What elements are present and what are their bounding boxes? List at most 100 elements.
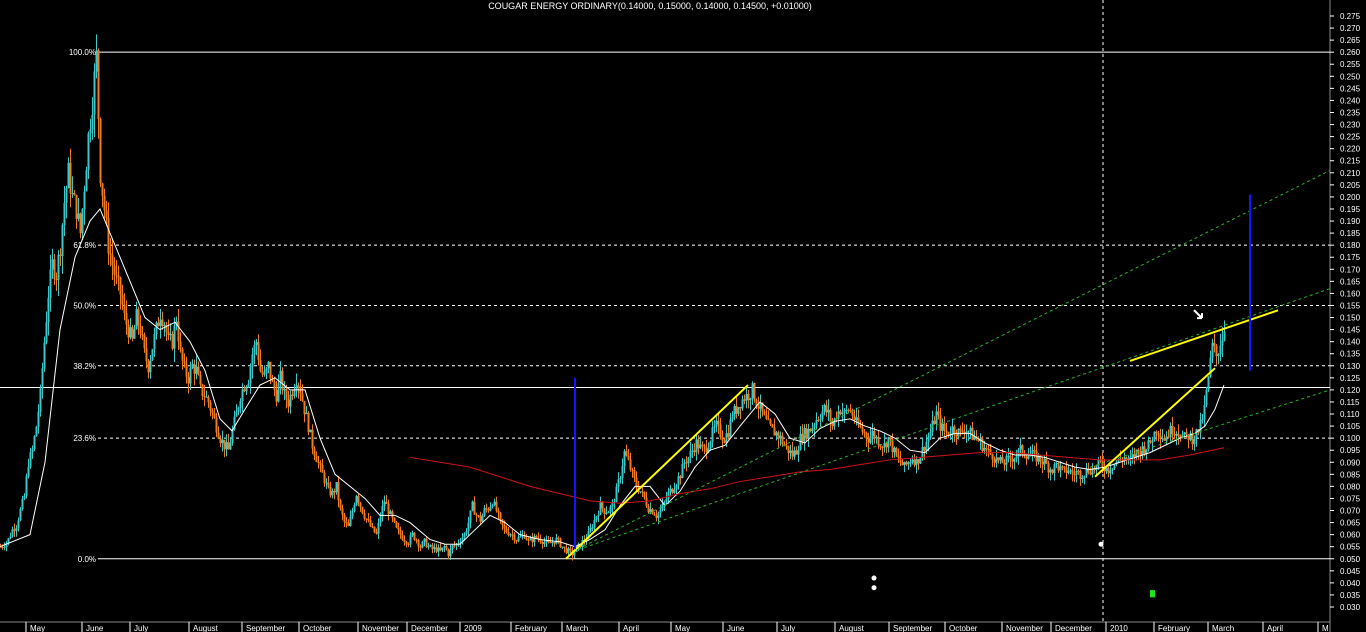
- candle-body: [49, 269, 52, 298]
- candle-body: [303, 400, 306, 415]
- candle-body: [209, 402, 212, 411]
- candle-body: [325, 482, 328, 484]
- candle-body: [911, 459, 914, 463]
- candle-body: [99, 118, 102, 184]
- candle-body: [353, 505, 356, 511]
- candle-body: [331, 490, 334, 496]
- candle-body: [531, 538, 534, 543]
- candle-body: [815, 419, 818, 426]
- candle-body: [1211, 342, 1214, 358]
- candle-body: [491, 505, 494, 507]
- candle-body: [1047, 463, 1050, 473]
- candle-body: [383, 501, 386, 506]
- candle-body: [247, 383, 250, 387]
- candle-body: [223, 439, 226, 450]
- candle-body: [409, 535, 412, 545]
- candle-body: [767, 419, 770, 421]
- candle-body: [913, 459, 916, 466]
- candle-body: [919, 457, 922, 464]
- x-tick-label: October: [949, 624, 978, 632]
- candle-body: [229, 442, 232, 450]
- candle-body: [323, 472, 326, 483]
- marker-dot: [871, 585, 877, 591]
- candle-body: [441, 547, 444, 551]
- candle-body: [665, 498, 668, 502]
- candle-body: [517, 537, 520, 542]
- x-tick-label: April: [623, 624, 639, 632]
- candle-body: [21, 498, 24, 510]
- candle-body: [245, 386, 248, 392]
- candle-body: [691, 450, 694, 452]
- candle-body: [729, 419, 732, 437]
- candle-body: [797, 449, 800, 455]
- fib-level-label: 0.0%: [78, 555, 96, 564]
- candle-body: [293, 389, 296, 396]
- y-tick-label: 0.035: [1340, 591, 1361, 600]
- candle-body: [841, 412, 844, 415]
- y-tick-label: 0.170: [1340, 265, 1361, 274]
- candle-body: [649, 509, 652, 513]
- y-tick-label: 0.210: [1340, 169, 1361, 178]
- candle-body: [147, 361, 150, 373]
- candle-body: [137, 309, 140, 326]
- candle-body: [737, 407, 740, 414]
- candle-body: [9, 536, 12, 539]
- candle-body: [1063, 466, 1066, 468]
- candle-body: [589, 527, 592, 532]
- candle-body: [495, 501, 498, 511]
- candle-body: [235, 411, 238, 417]
- candle-body: [259, 360, 262, 372]
- candle-body: [1007, 455, 1010, 457]
- candle-body: [703, 445, 706, 448]
- y-tick-label: 0.250: [1340, 72, 1361, 81]
- candle-body: [17, 520, 20, 528]
- candle-body: [215, 417, 218, 433]
- candle-body: [127, 324, 130, 338]
- candle-body: [119, 277, 122, 295]
- candle-body: [1053, 464, 1056, 474]
- candle-body: [709, 441, 712, 449]
- candle-body: [771, 424, 774, 428]
- candle-body: [205, 396, 208, 398]
- candle-body: [873, 430, 876, 439]
- candle-body: [1081, 477, 1084, 480]
- fib-level-label: 23.6%: [73, 434, 96, 443]
- candle-body: [315, 455, 318, 462]
- candle-body: [773, 427, 776, 436]
- candle-body: [855, 417, 858, 421]
- candle-body: [487, 508, 490, 511]
- candle-body: [597, 514, 600, 517]
- candle-body: [463, 533, 466, 538]
- candle-body: [647, 506, 650, 513]
- candle-body: [159, 319, 162, 327]
- candle-body: [791, 450, 794, 457]
- candle-body: [195, 366, 198, 374]
- candle-body: [141, 334, 144, 336]
- candle-body: [221, 439, 224, 444]
- candle-body: [905, 461, 908, 465]
- candle-body: [295, 385, 298, 390]
- candle-body: [1159, 435, 1162, 439]
- candle-body: [125, 312, 128, 325]
- candle-body: [67, 162, 70, 189]
- candle-body: [601, 502, 604, 509]
- candle-body: [61, 224, 64, 256]
- candle-body: [633, 470, 636, 478]
- y-tick-label: 0.045: [1340, 567, 1361, 576]
- candle-body: [721, 437, 724, 441]
- candle-body: [735, 406, 738, 414]
- candle-body: [701, 444, 704, 446]
- candle-body: [101, 183, 104, 196]
- y-tick-label: 0.230: [1340, 121, 1361, 130]
- candle-body: [731, 417, 734, 420]
- candle-body: [853, 415, 856, 421]
- candle-body: [515, 540, 518, 542]
- candle-body: [719, 424, 722, 438]
- candle-body: [183, 360, 186, 364]
- candle-body: [609, 506, 612, 513]
- candle-body: [307, 412, 310, 433]
- candle-body: [71, 193, 74, 195]
- candle-body: [227, 442, 230, 450]
- candle-body: [437, 547, 440, 552]
- candle-body: [827, 409, 830, 413]
